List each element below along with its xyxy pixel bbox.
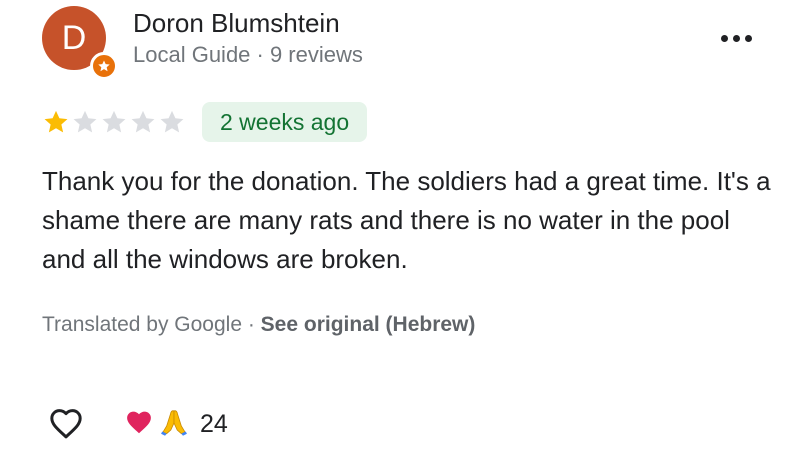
heart-outline-icon[interactable] [46,403,86,443]
see-original-link[interactable]: See original (Hebrew) [261,313,476,336]
reviewer-name[interactable]: Doron Blumshtein [133,8,340,39]
avatar-container[interactable]: D [42,6,118,80]
review-card: D Doron Blumshtein Local Guide · 9 revie… [0,0,800,466]
more-options-icon[interactable] [714,26,758,50]
more-dot [744,34,752,42]
reviewer-meta[interactable]: Local Guide · 9 reviews [133,42,363,68]
local-guide-star-icon [90,52,118,80]
reactions-summary[interactable]: 24 [124,406,228,443]
review-time-badge: 2 weeks ago [202,102,368,142]
star-empty-icon [71,108,99,141]
star-filled-icon [42,108,70,141]
review-text: Thank you for the donation. The soldiers… [42,166,771,274]
more-dot [720,34,728,42]
reaction-count: 24 [200,410,228,438]
star-empty-icon [100,108,128,141]
folded-hands-emoji [158,406,190,443]
star-rating [42,108,186,141]
translation-row: Translated by Google · See original (Heb… [42,313,475,337]
heart-emoji [124,407,154,442]
star-empty-icon [158,108,186,141]
more-dot [732,34,740,42]
translation-note: Translated by Google · [42,313,261,336]
star-empty-icon [129,108,157,141]
